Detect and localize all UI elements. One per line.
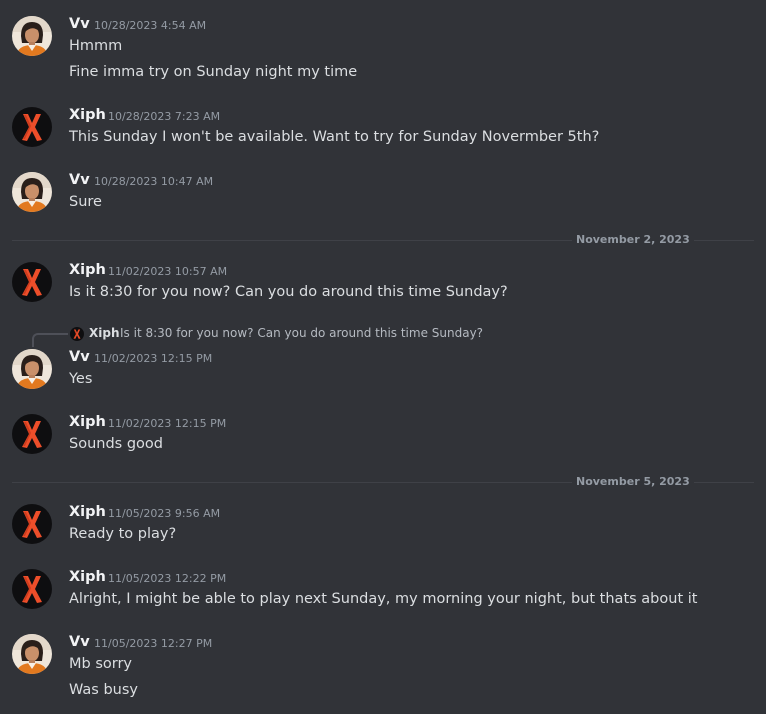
user-avatar-xiph[interactable] <box>12 414 52 454</box>
message-text: Is it 8:30 for you now? Can you do aroun… <box>69 284 508 300</box>
message-author[interactable]: Vv <box>69 172 90 188</box>
divider-date: November 5, 2023 <box>572 474 694 490</box>
red-x-avatar-icon <box>12 569 52 609</box>
message-timestamp: 11/02/2023 12:15 PM <box>108 417 227 430</box>
user-avatar-xiph[interactable] <box>12 504 52 544</box>
message-text: Mb sorry <box>69 656 132 672</box>
reply-spine <box>32 333 68 347</box>
message-timestamp: 11/02/2023 12:15 PM <box>94 352 213 365</box>
message-timestamp: 10/28/2023 10:47 AM <box>94 175 214 188</box>
message-author[interactable]: Vv <box>69 349 90 365</box>
message-text: Ready to play? <box>69 526 177 542</box>
red-x-avatar-icon <box>12 262 52 302</box>
user-avatar-vv[interactable] <box>12 349 52 389</box>
message-text: Alright, I might be able to play next Su… <box>69 591 698 607</box>
message-author[interactable]: Xiph <box>69 504 106 520</box>
woman-portrait-avatar-icon <box>12 349 52 389</box>
message-text: Sounds good <box>69 436 163 452</box>
message-author[interactable]: Xiph <box>69 107 106 123</box>
woman-portrait-avatar-icon <box>12 16 52 56</box>
reply-preview[interactable]: Xiph Is it 8:30 for you now? Can you do … <box>0 324 766 347</box>
date-divider: November 5, 2023 <box>12 474 766 490</box>
message-text: Yes <box>69 371 93 387</box>
red-x-avatar-icon <box>12 414 52 454</box>
message-timestamp: 11/05/2023 12:22 PM <box>108 572 227 585</box>
reply-text[interactable]: Is it 8:30 for you now? Can you do aroun… <box>120 326 483 340</box>
message-text: Was busy <box>69 682 138 698</box>
user-avatar-vv[interactable] <box>12 172 52 212</box>
message-timestamp: 11/05/2023 12:27 PM <box>94 637 213 650</box>
user-avatar-vv[interactable] <box>12 634 52 674</box>
message-author[interactable]: Vv <box>69 16 90 32</box>
user-avatar-xiph[interactable] <box>12 262 52 302</box>
message-text: Hmmm <box>69 38 123 54</box>
message-timestamp: 11/05/2023 9:56 AM <box>108 507 221 520</box>
message-author[interactable]: Xiph <box>69 262 106 278</box>
message-author[interactable]: Xiph <box>69 414 106 430</box>
message-timestamp: 10/28/2023 7:23 AM <box>108 110 221 123</box>
woman-portrait-avatar-icon <box>12 634 52 674</box>
message-author[interactable]: Xiph <box>69 569 106 585</box>
message-text: This Sunday I won't be available. Want t… <box>69 129 600 145</box>
message-text: Fine imma try on Sunday night my time <box>69 64 358 80</box>
message-author[interactable]: Vv <box>69 634 90 650</box>
message-timestamp: 10/28/2023 4:54 AM <box>94 19 207 32</box>
chat-message-list: Vv 10/28/2023 4:54 AM Hmmm Fine imma try… <box>0 0 766 714</box>
divider-date: November 2, 2023 <box>572 232 694 248</box>
user-avatar-vv[interactable] <box>12 16 52 56</box>
user-avatar-xiph[interactable] <box>12 569 52 609</box>
message-text: Sure <box>69 194 102 210</box>
message-timestamp: 11/02/2023 10:57 AM <box>108 265 228 278</box>
reply-avatar <box>70 327 84 341</box>
reply-author[interactable]: Xiph <box>89 326 120 340</box>
woman-portrait-avatar-icon <box>12 172 52 212</box>
user-avatar-xiph[interactable] <box>12 107 52 147</box>
red-x-avatar-icon <box>70 327 84 341</box>
red-x-avatar-icon <box>12 504 52 544</box>
red-x-avatar-icon <box>12 107 52 147</box>
date-divider: November 2, 2023 <box>12 232 766 248</box>
